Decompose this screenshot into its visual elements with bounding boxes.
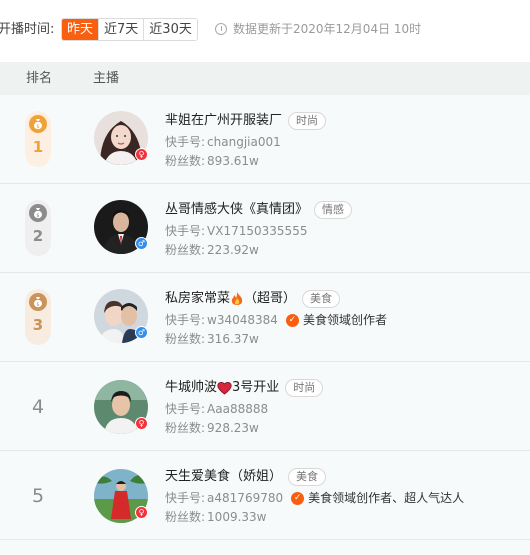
fans-count: 粉丝数: 316.37w	[165, 331, 259, 347]
fans-value: 928.23w	[207, 421, 259, 435]
fans-label: 粉丝数:	[165, 332, 206, 346]
anchor-name[interactable]: 天生爱美食（娇姐）	[165, 468, 282, 486]
category-tag: 时尚	[285, 379, 324, 397]
rank-medal-gold: $ 1	[25, 111, 51, 167]
name-line: 天生爱美食（娇姐） 美食	[165, 468, 327, 486]
fans-value: 223.92w	[207, 243, 259, 257]
female-icon: ♀	[135, 506, 148, 519]
id-label: 快手号:	[165, 402, 206, 416]
kuaishou-id: 快手号: Aaa88888	[165, 401, 268, 417]
male-icon: ♂	[135, 237, 148, 250]
name-line: 私房家常菜 （超哥） 美食	[165, 290, 341, 308]
certification: ✓ 美食领域创作者、超人气达人	[291, 490, 464, 506]
ranking-list: $ 1 ♀ 芈姐在广州开服装厂 时尚 快手号: changjia001 粉丝数:…	[0, 95, 530, 555]
anchor-name-suffix: 3号开业	[232, 380, 280, 395]
fans-label: 粉丝数:	[165, 421, 206, 435]
money-bag-icon: $	[29, 293, 47, 311]
clock-icon	[215, 23, 227, 35]
id-label: 快手号:	[165, 491, 206, 505]
male-icon: ♂	[135, 326, 148, 339]
fire-emoji	[231, 291, 243, 305]
id-label: 快手号:	[165, 224, 206, 238]
check-badge-icon: ✓	[291, 491, 305, 505]
table-header: 排名 主播	[0, 62, 530, 95]
anchor-name-suffix: （超哥）	[244, 291, 297, 306]
money-bag-icon: $	[29, 204, 47, 222]
money-bag-icon: $	[29, 115, 47, 133]
fans-label: 粉丝数:	[165, 243, 206, 257]
fans-count: 粉丝数: 893.61w	[165, 153, 259, 169]
fans-label: 粉丝数:	[165, 510, 206, 524]
name-line: 芈姐在广州开服装厂 时尚	[165, 112, 327, 130]
table-row[interactable]: $ 3 ♂ 私房家常菜 （超哥） 美食 快手号: w34048384 ✓ 美食领…	[0, 273, 530, 362]
rank-number: 1	[32, 138, 44, 156]
rank-number: 5	[31, 485, 45, 507]
header-anchor: 主播	[93, 71, 120, 86]
table-row[interactable]: $ 2 ♂ 丛哥情感大侠《真情团》 情感 快手号: VX17150335555 …	[0, 184, 530, 273]
anchor-name[interactable]: 丛哥情感大侠《真情团》	[165, 201, 308, 219]
rank-number: 3	[32, 316, 44, 334]
anchor-name[interactable]: 牛城帅波	[165, 379, 217, 397]
check-badge-icon: ✓	[285, 313, 299, 327]
kuaishou-id: 快手号: w34048384 ✓ 美食领域创作者	[165, 312, 387, 328]
svg-text:$: $	[36, 213, 39, 219]
certification: ✓ 美食领域创作者	[285, 312, 387, 328]
header-rank: 排名	[26, 71, 53, 86]
fans-value: 316.37w	[207, 332, 259, 346]
filter-label: 开播时间:	[0, 22, 55, 37]
name-line: 牛城帅波 3号开业 时尚	[165, 379, 324, 397]
category-tag: 时尚	[288, 112, 327, 130]
fans-value: 893.61w	[207, 154, 259, 168]
name-line: 丛哥情感大侠《真情团》 情感	[165, 201, 353, 219]
female-icon: ♀	[135, 148, 148, 161]
table-row[interactable]: 4 ♀ 牛城帅波 3号开业 时尚 快手号: Aaa88888 粉丝数: 928.…	[0, 362, 530, 451]
id-value: Aaa88888	[207, 402, 269, 416]
tab-7-days[interactable]: 近7天	[98, 19, 144, 40]
fans-value: 1009.33w	[207, 510, 267, 524]
fans-count: 粉丝数: 1009.33w	[165, 509, 266, 525]
id-value: VX17150335555	[207, 224, 308, 238]
table-row[interactable]: 5 ♀ 天生爱美食（娇姐） 美食 快手号: a481769780 ✓ 美食领域创…	[0, 451, 530, 540]
fans-label: 粉丝数:	[165, 154, 206, 168]
id-value: changjia001	[207, 135, 281, 149]
svg-text:$: $	[36, 302, 39, 308]
female-icon: ♀	[135, 417, 148, 430]
anchor-name[interactable]: 芈姐在广州开服装厂	[165, 112, 282, 130]
category-tag: 美食	[302, 290, 341, 308]
fans-count: 粉丝数: 928.23w	[165, 420, 259, 436]
anchor-name[interactable]: 私房家常菜	[165, 290, 230, 308]
category-tag: 情感	[314, 201, 353, 219]
id-label: 快手号:	[165, 135, 206, 149]
kuaishou-id: 快手号: changjia001	[165, 134, 281, 150]
svg-text:$: $	[36, 124, 39, 130]
certification-text: 美食领域创作者	[302, 313, 387, 327]
kuaishou-id: 快手号: a481769780 ✓ 美食领域创作者、超人气达人	[165, 490, 464, 506]
update-info: 数据更新于2020年12月04日 10时	[215, 20, 421, 38]
filter-bar: 开播时间: 昨天 近7天 近30天 数据更新于2020年12月04日 10时	[0, 0, 530, 62]
id-value: a481769780	[207, 491, 284, 505]
certification-text: 美食领域创作者、超人气达人	[308, 491, 465, 505]
rank-medal-silver: $ 2	[25, 200, 51, 256]
table-row[interactable]: $ 1 ♀ 芈姐在广州开服装厂 时尚 快手号: changjia001 粉丝数:…	[0, 95, 530, 184]
kuaishou-id: 快手号: VX17150335555	[165, 223, 307, 239]
tab-yesterday[interactable]: 昨天	[62, 19, 99, 40]
rank-medal-bronze: $ 3	[25, 289, 51, 345]
fans-count: 粉丝数: 223.92w	[165, 242, 259, 258]
rank-number: 4	[31, 396, 45, 418]
heart-emoji	[217, 381, 232, 395]
time-range-selector: 昨天 近7天 近30天	[61, 18, 198, 41]
tab-30-days[interactable]: 近30天	[143, 19, 197, 40]
update-text: 数据更新于2020年12月04日 10时	[233, 22, 422, 36]
id-value: w34048384	[207, 313, 278, 327]
category-tag: 美食	[288, 468, 327, 486]
id-label: 快手号:	[165, 313, 206, 327]
rank-number: 2	[32, 227, 44, 245]
